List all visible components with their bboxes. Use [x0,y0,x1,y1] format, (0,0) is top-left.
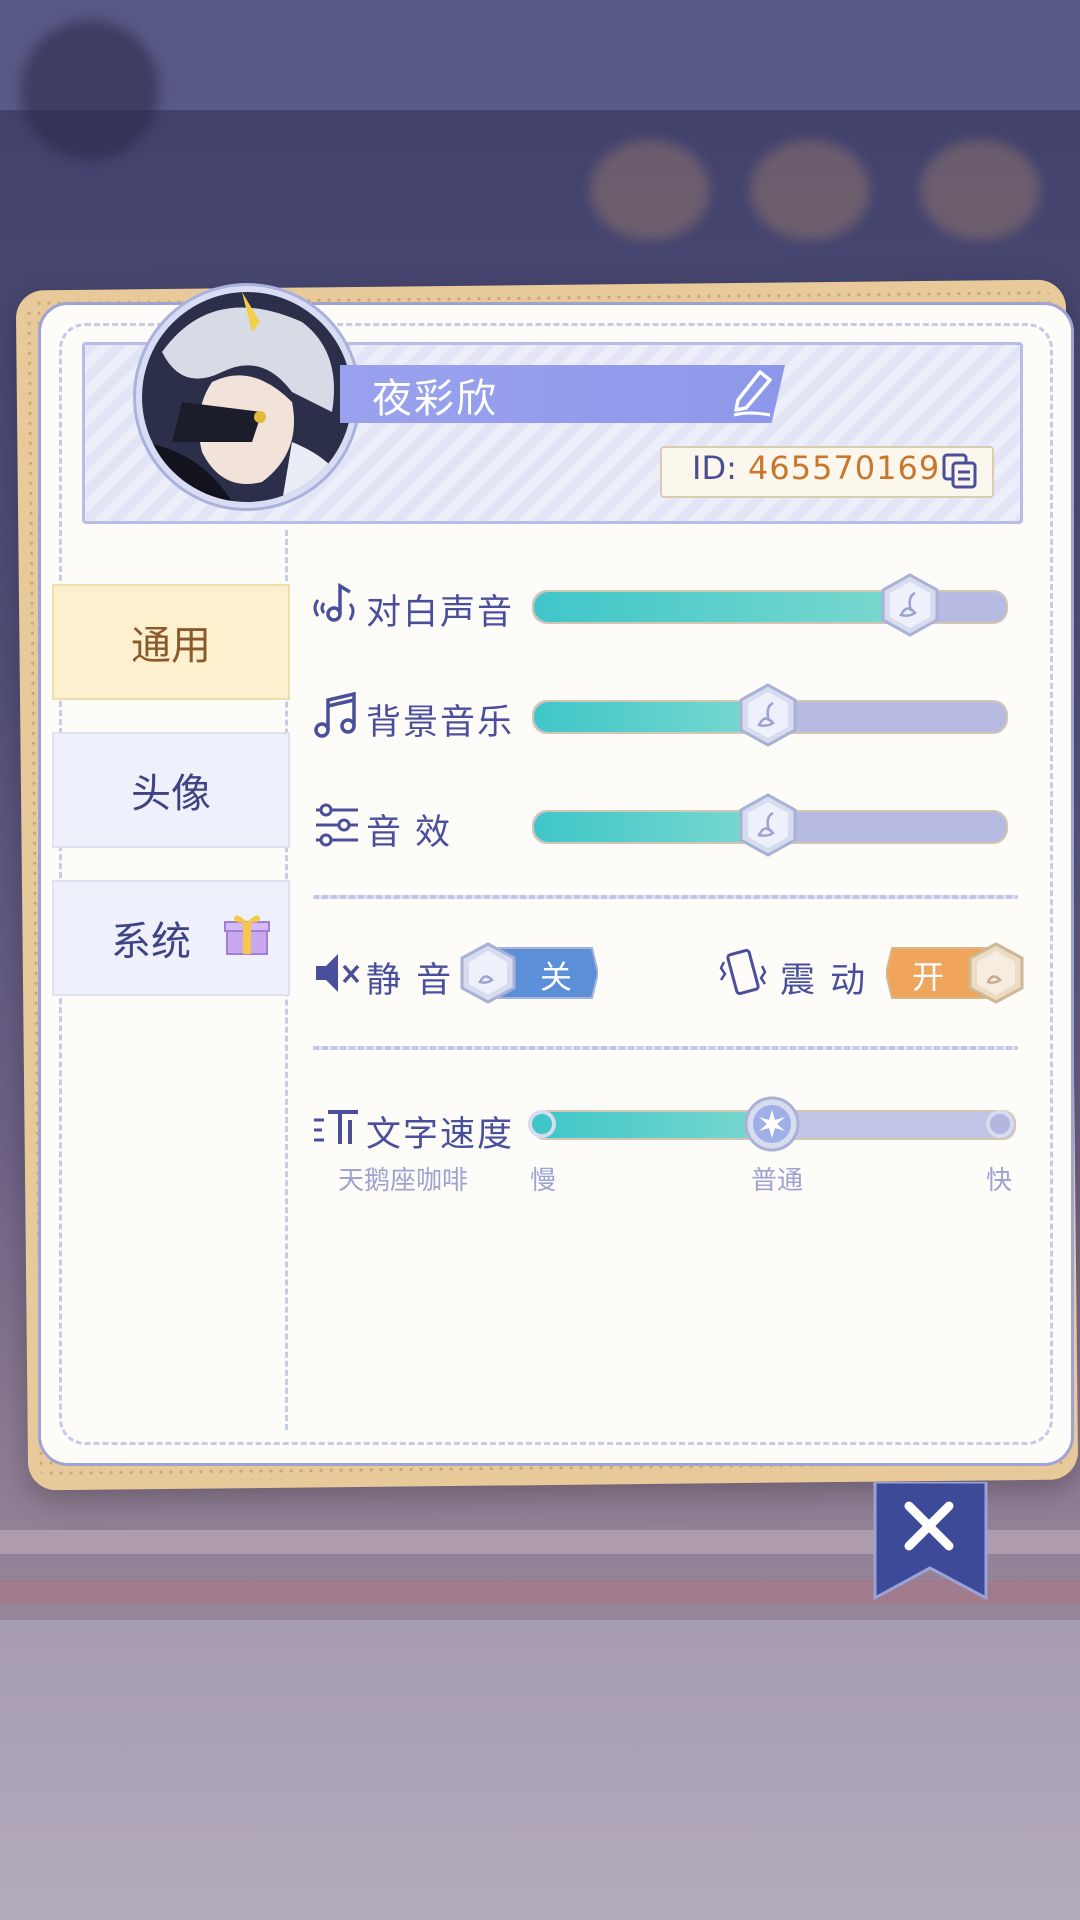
section-separator [313,895,1018,899]
id-value: 465570169 [748,449,941,487]
dialogue-volume-fill [534,592,912,622]
text-speed-min-label: 慢 [530,1166,557,1196]
mute-speaker-icon [316,954,360,992]
mute-state-label: 关 [540,958,573,996]
vibrate-state-label: 开 [912,958,945,996]
effects-volume-label: 音效 [366,813,465,853]
dialogue-volume-label: 对白声音 [366,593,515,633]
background-decoration [920,140,1040,240]
text-speed-sample: 天鹅座咖啡 [338,1166,469,1196]
background-topbar [0,0,1080,110]
text-speed-min-dot [528,1110,556,1138]
background-decoration [20,20,160,160]
tab-avatar-label: 头像 [131,771,211,817]
player-name: 夜彩欣 [372,376,498,422]
gift-icon [224,915,270,955]
text-speed-max-label: 快 [986,1166,1013,1196]
tab-avatar[interactable]: 头像 [52,732,290,848]
background-decoration [750,140,870,240]
copy-icon[interactable] [940,451,980,491]
music-note-icon [314,691,356,738]
dialogue-icon [313,582,355,622]
background-decoration [590,140,710,240]
effects-volume-knob[interactable] [739,793,797,857]
avatar-portrait [142,292,352,502]
text-speed-knob[interactable] [743,1094,801,1154]
avatar[interactable] [136,286,358,508]
id-label: ID: [692,449,737,487]
music-volume-knob[interactable] [739,683,797,747]
sliders-icon [316,803,358,847]
text-speed-fill [534,1112,774,1138]
close-button[interactable] [873,1482,988,1600]
text-speed-mid-label: 普通 [751,1166,804,1196]
tab-general-label: 通用 [131,623,211,669]
edit-pencil-icon[interactable] [730,368,774,418]
mute-label: 静 音 [366,961,454,1001]
vibrate-toggle[interactable] [886,942,1026,1004]
text-speed-label: 文字速度 [366,1115,515,1155]
mute-toggle[interactable] [458,942,598,1004]
text-speed-icon [314,1110,358,1144]
dialogue-volume-knob[interactable] [881,573,939,637]
background-bottom-nav [0,1620,1080,1920]
section-separator [313,1046,1018,1050]
music-volume-label: 背景音乐 [366,703,515,743]
tab-general[interactable]: 通用 [52,584,290,700]
music-volume-fill [534,702,770,732]
text-speed-max-dot [986,1110,1014,1138]
effects-volume-fill [534,812,770,842]
tab-system-label: 系统 [111,919,191,965]
vibrate-label: 震 动 [780,961,868,1001]
vibrate-phone-icon [719,949,767,995]
